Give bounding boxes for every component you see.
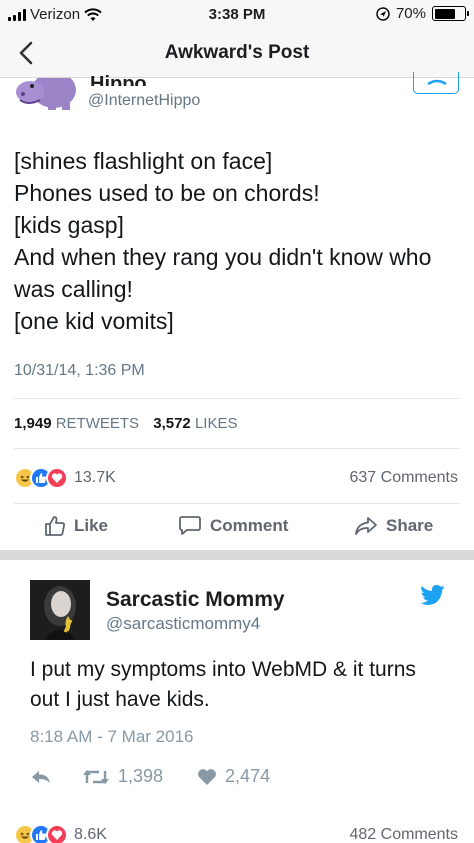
location-icon bbox=[376, 6, 390, 21]
tweet2-actions: 1,398 2,474 bbox=[30, 766, 270, 787]
tweet1-line: [shines flashlight on face] bbox=[14, 148, 273, 174]
person-icon bbox=[427, 79, 447, 86]
likes-count: 3,572 bbox=[153, 415, 191, 432]
nav-bar: Awkward's Post bbox=[0, 28, 474, 78]
tweet2-text: I put my symptoms into WebMD & it turns … bbox=[30, 658, 416, 711]
retweets-count: 1,949 bbox=[14, 415, 52, 432]
page-title: Awkward's Post bbox=[164, 42, 310, 63]
follow-button[interactable] bbox=[413, 72, 459, 94]
sarcastic-mommy-avatar bbox=[30, 580, 90, 640]
love-reaction-icon bbox=[46, 824, 68, 843]
share-button[interactable]: Share bbox=[354, 515, 433, 537]
divider bbox=[14, 503, 460, 504]
reply-icon[interactable] bbox=[30, 769, 52, 785]
tweet1-line: And when they rang you didn't know who bbox=[14, 244, 432, 270]
battery-icon bbox=[432, 6, 469, 21]
divider bbox=[14, 448, 460, 449]
love-reaction-icon bbox=[46, 467, 68, 489]
reactions-summary[interactable]: 13.7K bbox=[14, 467, 116, 489]
tweet2-handle: @sarcasticmommy4 bbox=[106, 614, 261, 633]
retweet-stat[interactable]: 1,398 bbox=[82, 766, 163, 787]
retweets-label: RETWEETS bbox=[55, 415, 140, 432]
comment-icon bbox=[179, 516, 201, 535]
like-stat[interactable]: 2,474 bbox=[197, 766, 270, 787]
tweet1-line: was calling! bbox=[14, 276, 133, 302]
share-icon bbox=[355, 517, 377, 535]
divider bbox=[14, 398, 460, 399]
tweet1-name: Hippo bbox=[90, 73, 147, 86]
retweet-icon bbox=[83, 769, 109, 784]
twitter-bird-icon bbox=[420, 585, 445, 605]
tweet1-date: 10/31/14, 1:36 PM bbox=[14, 362, 145, 379]
tweet1-stats: 1,949 RETWEETS 3,572 LIKES bbox=[14, 415, 247, 432]
tweet1-line: [kids gasp] bbox=[14, 212, 124, 238]
share-label: Share bbox=[386, 516, 434, 535]
likes-label: LIKES bbox=[194, 415, 238, 432]
comments-count[interactable]: 637 Comments bbox=[350, 469, 459, 487]
tweet1-handle: @InternetHippo bbox=[88, 92, 201, 109]
like-button[interactable]: Like bbox=[44, 515, 108, 537]
like-label: Like bbox=[74, 516, 109, 535]
like-count: 2,474 bbox=[225, 766, 271, 786]
thumbs-up-icon bbox=[45, 516, 65, 536]
tweet1-line: [one kid vomits] bbox=[14, 308, 174, 334]
tweet1-line: Phones used to be on chords! bbox=[14, 180, 320, 206]
battery-percent: 70% bbox=[395, 5, 426, 22]
tweet2-name: Sarcastic Mommy bbox=[106, 588, 285, 611]
hippo-avatar bbox=[16, 78, 76, 110]
tweet2-date: 8:18 AM - 7 Mar 2016 bbox=[30, 727, 194, 746]
reaction-count: 8.6K bbox=[74, 826, 107, 843]
retweet-count: 1,398 bbox=[118, 766, 164, 786]
heart-icon bbox=[198, 768, 216, 785]
tweet1-text: [shines flashlight on face] Phones used … bbox=[14, 145, 464, 337]
post-actions: Like Comment Share bbox=[0, 505, 474, 549]
post-separator bbox=[0, 550, 474, 560]
reactions-summary[interactable]: 8.6K bbox=[14, 824, 107, 843]
comment-button[interactable]: Comment bbox=[178, 515, 288, 537]
comments-count[interactable]: 482 Comments bbox=[350, 826, 459, 843]
comment-label: Comment bbox=[210, 516, 289, 535]
status-right: 70% bbox=[376, 5, 469, 22]
reaction-count: 13.7K bbox=[74, 469, 116, 486]
status-bar: Verizon 3:38 PM 70% bbox=[0, 0, 474, 28]
